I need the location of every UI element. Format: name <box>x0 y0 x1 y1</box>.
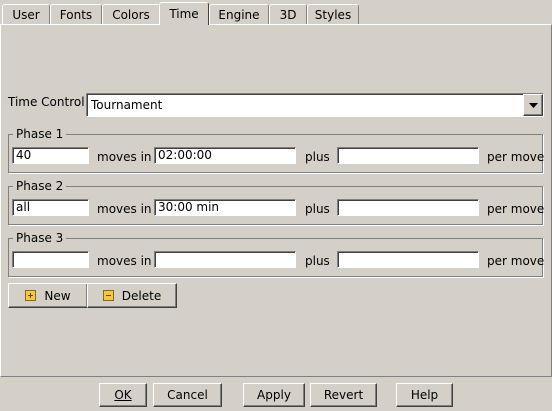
button-label: Apply <box>257 388 291 402</box>
tab-label: Engine <box>218 7 260 22</box>
active-tab-joiner <box>160 24 208 26</box>
tab-panel <box>0 24 552 377</box>
tab-3d[interactable]: 3D <box>269 4 307 24</box>
tab-fonts[interactable]: Fonts <box>50 4 102 24</box>
button-label: Revert <box>323 388 364 402</box>
tab-label: User <box>12 7 40 22</box>
button-label: Help <box>410 388 439 402</box>
ok-button[interactable]: OK <box>99 383 147 407</box>
tab-label: Colors <box>112 7 150 22</box>
cancel-button[interactable]: Cancel <box>153 383 222 407</box>
tab-label: 3D <box>279 7 297 22</box>
help-button[interactable]: Help <box>396 383 453 407</box>
button-label: OK <box>114 388 132 402</box>
tab-colors[interactable]: Colors <box>102 4 160 24</box>
revert-button[interactable]: Revert <box>310 383 377 407</box>
button-label: Cancel <box>167 388 208 402</box>
tab-label: Time <box>169 7 199 21</box>
tab-engine[interactable]: Engine <box>209 4 269 24</box>
tab-user[interactable]: User <box>2 4 50 24</box>
tab-styles[interactable]: Styles <box>307 4 359 24</box>
apply-button[interactable]: Apply <box>243 383 305 407</box>
tab-time[interactable]: Time <box>159 2 209 25</box>
tab-label: Fonts <box>59 7 93 22</box>
tab-label: Styles <box>314 7 352 22</box>
